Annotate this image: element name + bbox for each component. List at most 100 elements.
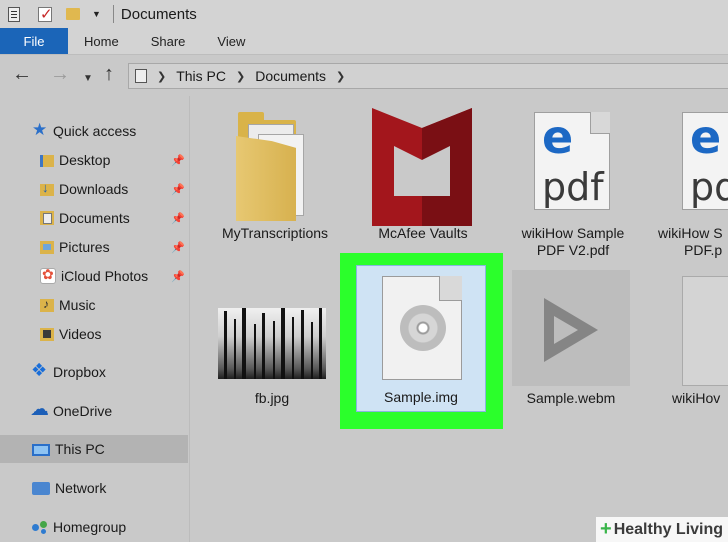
file-name: Sample.webm bbox=[526, 390, 616, 406]
forward-arrow-icon[interactable]: → bbox=[50, 64, 70, 84]
sidebar-item-label: Homegroup bbox=[53, 519, 127, 535]
address-bar[interactable]: ❯ This PC ❯ Documents ❯ bbox=[128, 63, 728, 89]
photo-thumbnail bbox=[218, 308, 326, 379]
navigation-pane: Quick access Desktop 📌 Downloads 📌 Docum… bbox=[0, 96, 190, 542]
file-list-pane: ⚙ ⚙ MyTranscriptions McAfee Vaults e pdf… bbox=[190, 96, 728, 542]
homegroup-icon bbox=[32, 520, 48, 534]
folder-front bbox=[236, 136, 296, 221]
sidebar-item-dropbox[interactable]: Dropbox bbox=[0, 358, 188, 386]
sidebar-item-label: OneDrive bbox=[53, 403, 113, 419]
file-name-line: wikiHow Sample bbox=[521, 225, 625, 241]
sidebar-item-label: Dropbox bbox=[53, 364, 106, 380]
sidebar-item-label: Videos bbox=[59, 326, 102, 342]
page-fold bbox=[439, 276, 462, 301]
page-fold bbox=[590, 112, 610, 134]
tree bbox=[234, 319, 236, 379]
recent-locations-chevron-icon[interactable]: ▼ bbox=[83, 69, 93, 89]
title-divider bbox=[112, 5, 114, 23]
tree bbox=[224, 311, 227, 379]
sidebar-item-quick-access[interactable]: Quick access bbox=[0, 117, 188, 145]
pin-icon[interactable]: 📌 bbox=[171, 154, 185, 167]
breadcrumb-this-pc[interactable]: This PC bbox=[176, 68, 226, 84]
sidebar-item-onedrive[interactable]: OneDrive bbox=[0, 397, 188, 425]
sidebar-item-label: iCloud Photos bbox=[61, 268, 149, 284]
file-name: McAfee Vaults bbox=[378, 225, 468, 241]
desktop-folder-icon bbox=[40, 155, 54, 167]
tree bbox=[311, 322, 313, 379]
breadcrumb-separator-icon[interactable]: ❯ bbox=[157, 70, 166, 83]
file-thumbnail bbox=[682, 276, 728, 386]
tab-home[interactable]: Home bbox=[68, 28, 135, 54]
documents-location-icon bbox=[135, 69, 147, 83]
plus-icon: + bbox=[600, 518, 612, 540]
sidebar-item-label: Documents bbox=[59, 210, 130, 226]
pin-icon[interactable]: 📌 bbox=[171, 241, 185, 254]
healthy-living-watermark: + Healthy Living bbox=[596, 517, 728, 542]
tree bbox=[292, 317, 294, 379]
sidebar-item-videos[interactable]: Videos bbox=[0, 320, 188, 348]
up-arrow-icon[interactable]: ↑ bbox=[104, 64, 114, 84]
tree bbox=[262, 313, 265, 379]
disc-icon bbox=[400, 305, 446, 351]
breadcrumb-separator-icon[interactable]: ❯ bbox=[336, 70, 345, 83]
file-name-line: PDF V2.pdf bbox=[536, 242, 610, 258]
file-name-line: wikiHow S bbox=[658, 225, 723, 241]
file-name: wikiHow Sample PDF V2.pdf bbox=[508, 225, 638, 259]
back-arrow-icon[interactable]: ← bbox=[12, 64, 32, 84]
tree bbox=[242, 308, 246, 379]
sidebar-item-downloads[interactable]: Downloads 📌 bbox=[0, 175, 188, 203]
breadcrumb-separator-icon[interactable]: ❯ bbox=[236, 70, 245, 83]
tree bbox=[254, 324, 256, 379]
edge-logo-icon: e bbox=[690, 110, 722, 164]
pin-icon[interactable]: 📌 bbox=[171, 270, 185, 283]
pin-icon[interactable]: 📌 bbox=[171, 183, 185, 196]
file-name-line: PDF.p bbox=[684, 242, 723, 258]
star-icon bbox=[32, 120, 48, 140]
breadcrumb-documents[interactable]: Documents bbox=[255, 68, 326, 84]
sidebar-item-this-pc[interactable]: This PC bbox=[0, 435, 188, 463]
properties-icon[interactable] bbox=[8, 6, 20, 22]
tab-file[interactable]: File bbox=[0, 28, 68, 54]
network-icon bbox=[32, 481, 50, 495]
sidebar-item-label: Network bbox=[55, 480, 107, 496]
music-folder-icon bbox=[40, 297, 54, 312]
videos-folder-icon bbox=[40, 327, 54, 341]
sidebar-item-desktop[interactable]: Desktop 📌 bbox=[0, 146, 188, 174]
tree bbox=[301, 310, 304, 379]
file-name: fb.jpg bbox=[254, 390, 290, 406]
file-name: wikiHov bbox=[672, 390, 721, 406]
edge-logo-icon: e bbox=[542, 110, 574, 164]
new-folder-icon[interactable] bbox=[66, 8, 80, 20]
mcafee-icon bbox=[372, 108, 472, 226]
play-icon-inner bbox=[554, 316, 578, 344]
sidebar-item-label: Quick access bbox=[53, 123, 137, 139]
navigation-bar: ← → ▼ ↑ ❯ This PC ❯ Documents ❯ bbox=[0, 56, 728, 96]
sidebar-item-icloud-photos[interactable]: iCloud Photos 📌 bbox=[0, 262, 188, 290]
watermark-text: Healthy Living bbox=[613, 520, 724, 538]
documents-folder-icon bbox=[40, 211, 54, 225]
sidebar-item-label: Pictures bbox=[59, 239, 110, 255]
file-name: MyTranscriptions bbox=[221, 225, 329, 241]
tree bbox=[273, 321, 275, 379]
tree bbox=[319, 308, 322, 379]
checkmark-icon[interactable] bbox=[38, 5, 53, 23]
sidebar-item-homegroup[interactable]: Homegroup bbox=[0, 513, 188, 541]
tab-share[interactable]: Share bbox=[135, 28, 202, 54]
sidebar-item-label: Desktop bbox=[59, 152, 111, 168]
sidebar-item-network[interactable]: Network bbox=[0, 474, 188, 502]
tree bbox=[281, 308, 285, 379]
sidebar-item-pictures[interactable]: Pictures 📌 bbox=[0, 233, 188, 261]
icloud-photos-icon bbox=[40, 266, 56, 284]
sidebar-item-label: Downloads bbox=[59, 181, 129, 197]
computer-icon bbox=[32, 443, 50, 456]
onedrive-icon bbox=[30, 398, 49, 421]
pictures-folder-icon bbox=[40, 240, 54, 254]
ribbon-tabs: File Home Share View bbox=[0, 28, 728, 55]
pin-icon[interactable]: 📌 bbox=[171, 212, 185, 225]
customize-toolbar-chevron-icon[interactable]: ▼ bbox=[92, 9, 101, 19]
sidebar-item-music[interactable]: Music bbox=[0, 291, 188, 319]
tab-view[interactable]: View bbox=[201, 28, 261, 54]
pdf-label: pdf bbox=[690, 165, 728, 209]
dropbox-icon bbox=[31, 360, 48, 381]
sidebar-item-documents[interactable]: Documents 📌 bbox=[0, 204, 188, 232]
